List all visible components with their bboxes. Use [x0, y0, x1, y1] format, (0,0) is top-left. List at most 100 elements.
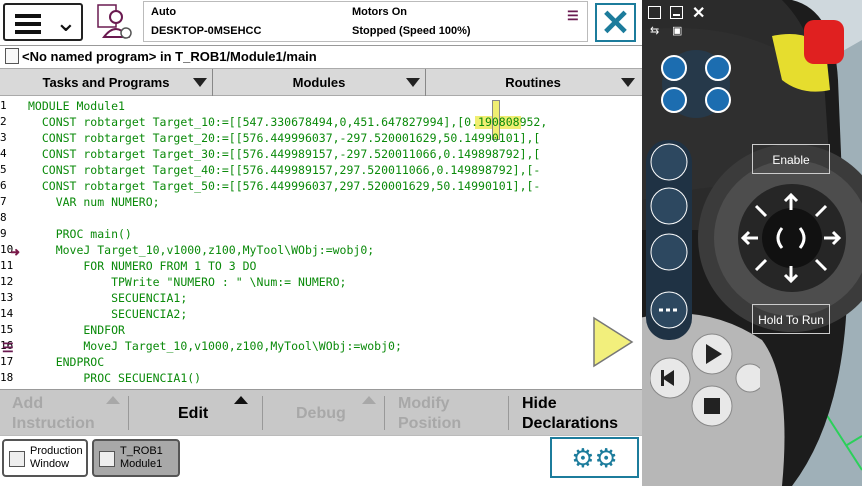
triangle-up-icon — [234, 396, 248, 404]
start-button[interactable] — [692, 334, 732, 374]
program-pointer-icon: ➜ — [10, 245, 21, 259]
code-text: PROC main() — [28, 227, 132, 241]
edit-button[interactable]: Edit — [166, 390, 262, 436]
event-log-icon: ☰ — [567, 8, 579, 23]
enable-label[interactable]: Enable — [752, 144, 830, 174]
tab-tasks-and-programs[interactable]: Tasks and Programs — [0, 69, 213, 96]
stop-button[interactable] — [692, 386, 732, 426]
line-number: 2 — [0, 115, 7, 128]
user-settings-icon[interactable] — [96, 3, 134, 41]
operating-mode: Auto — [151, 6, 177, 18]
program-editor-icon — [99, 451, 115, 467]
window-controls: ✕ ⇆ ▣ — [648, 3, 718, 38]
tab-modules[interactable]: Modules — [213, 69, 426, 96]
mechanical-unit-button[interactable] — [662, 56, 686, 80]
line-number: 6 — [0, 179, 7, 192]
reorient-mode-button[interactable] — [651, 188, 687, 224]
mechanical-unit-button[interactable] — [662, 88, 686, 112]
close-window-icon[interactable]: ✕ — [692, 3, 705, 23]
modify-position-button[interactable]: Modify Position — [386, 390, 508, 436]
line-number: 11 — [0, 259, 14, 272]
close-button[interactable]: ✕ — [595, 3, 636, 42]
code-text: CONST robtarget Target_10:=[[547.3306784… — [28, 115, 548, 129]
triangle-down-icon — [621, 78, 635, 87]
motion-pointer-icon: ☰ — [2, 340, 14, 355]
line-number: 3 — [0, 131, 7, 144]
controller-name: DESKTOP-0MSEHCC — [151, 25, 262, 37]
axis-mode-button[interactable] — [651, 234, 687, 270]
code-text: MoveJ Target_10,v1000,z100,MyTool\WObj:=… — [28, 339, 402, 353]
button-label: Modify Position — [398, 395, 462, 432]
production-window-task[interactable]: Production Window — [2, 439, 88, 477]
step-forward-button[interactable] — [736, 364, 764, 392]
status-area[interactable]: Auto DESKTOP-0MSEHCC Motors On Stopped (… — [143, 1, 588, 42]
minimize-icon[interactable] — [670, 6, 683, 19]
program-icon — [5, 48, 19, 64]
hide-declarations-button[interactable]: Hide Declarations — [510, 390, 640, 436]
code-text: TPWrite "NUMERO : " \Num:= NUMERO; — [28, 275, 347, 289]
line-number: 9 — [0, 227, 7, 240]
code-editor[interactable]: 1 MODULE Module1 2 CONST robtarget Target… — [0, 97, 642, 389]
program-path-bar: <No named program> in T_ROB1/Module1/mai… — [0, 45, 642, 67]
code-text: CONST robtarget Target_30:=[[576.4499891… — [28, 147, 541, 161]
step-backward-button[interactable] — [650, 358, 690, 398]
hamburger-icon — [15, 14, 41, 34]
task-bar: Production Window T_ROB1 Module1 — [0, 435, 642, 486]
task-label: T_ROB1 Module1 — [120, 445, 163, 470]
line-number: 4 — [0, 147, 7, 160]
triangle-up-icon — [106, 396, 120, 404]
code-text: CONST robtarget Target_40:=[[576.4499891… — [28, 163, 541, 177]
code-text: MoveJ Target_10,v1000,z100,MyTool\WObj:=… — [28, 243, 375, 257]
divider — [128, 396, 129, 430]
motors-state: Motors On — [352, 6, 407, 18]
line-number: 7 — [0, 195, 7, 208]
code-text: PROC SECUENCIA1() — [28, 371, 202, 385]
code-text: SECUENCIA1; — [28, 291, 188, 305]
robot-jog-mode-button[interactable] — [651, 144, 687, 180]
tab-row: Tasks and Programs Modules Routines — [0, 68, 642, 96]
rotate-icon[interactable]: ⇆ — [650, 24, 659, 37]
code-text: CONST robtarget Target_20:=[[576.4499960… — [28, 131, 541, 145]
divider — [262, 396, 263, 430]
line-number: 14 — [0, 307, 14, 320]
program-state: Stopped (Speed 100%) — [352, 25, 471, 37]
main-menu-button[interactable]: ⌄ — [3, 3, 83, 41]
line-number: 12 — [0, 275, 14, 288]
line-number: 5 — [0, 163, 7, 176]
close-icon: ✕ — [600, 2, 631, 43]
code-text: CONST robtarget Target_50:=[[576.4499960… — [28, 179, 541, 193]
triangle-down-icon — [193, 78, 207, 87]
tab-label: Modules — [292, 75, 346, 90]
hold-to-run-label[interactable]: Hold To Run — [752, 304, 830, 334]
mechanical-unit-buttons — [661, 50, 731, 118]
tab-routines[interactable]: Routines — [426, 69, 640, 96]
camera-icon[interactable]: ▣ — [672, 24, 682, 37]
line-number: 17 — [0, 355, 14, 368]
divider — [384, 396, 385, 430]
mechanical-unit-button[interactable] — [706, 88, 730, 112]
increment-button[interactable] — [651, 292, 687, 328]
maximize-icon[interactable] — [648, 6, 661, 19]
gears-icon: ⚙⚙ — [571, 443, 618, 473]
top-bar: ⌄ Auto DESKTOP-0MSEHCC Motors On Stopped… — [0, 0, 642, 44]
task-label: Production Window — [30, 445, 83, 470]
line-number: 18 — [0, 371, 14, 384]
line-number: 1 — [0, 99, 7, 112]
joystick-arrows-icon[interactable] — [736, 188, 846, 288]
line-number: 15 — [0, 323, 14, 336]
line-number: 8 — [0, 211, 7, 224]
code-text: FOR NUMERO FROM 1 TO 3 DO — [28, 259, 257, 273]
debug-button[interactable]: Debug — [284, 390, 384, 436]
program-path: <No named program> in T_ROB1/Module1/mai… — [22, 49, 317, 64]
triangle-up-icon — [362, 396, 376, 404]
quickset-button[interactable]: ⚙⚙ — [550, 437, 639, 478]
add-instruction-button[interactable]: Add Instruction — [0, 390, 128, 436]
code-text: VAR num NUMERO; — [28, 195, 160, 209]
button-label: Edit — [178, 405, 209, 422]
divider — [508, 396, 509, 430]
program-editor-task[interactable]: T_ROB1 Module1 — [92, 439, 180, 477]
mechanical-unit-button[interactable] — [706, 56, 730, 80]
triangle-down-icon — [406, 78, 420, 87]
tab-label: Routines — [505, 75, 561, 90]
jog-right-arrow-icon[interactable] — [592, 316, 634, 368]
